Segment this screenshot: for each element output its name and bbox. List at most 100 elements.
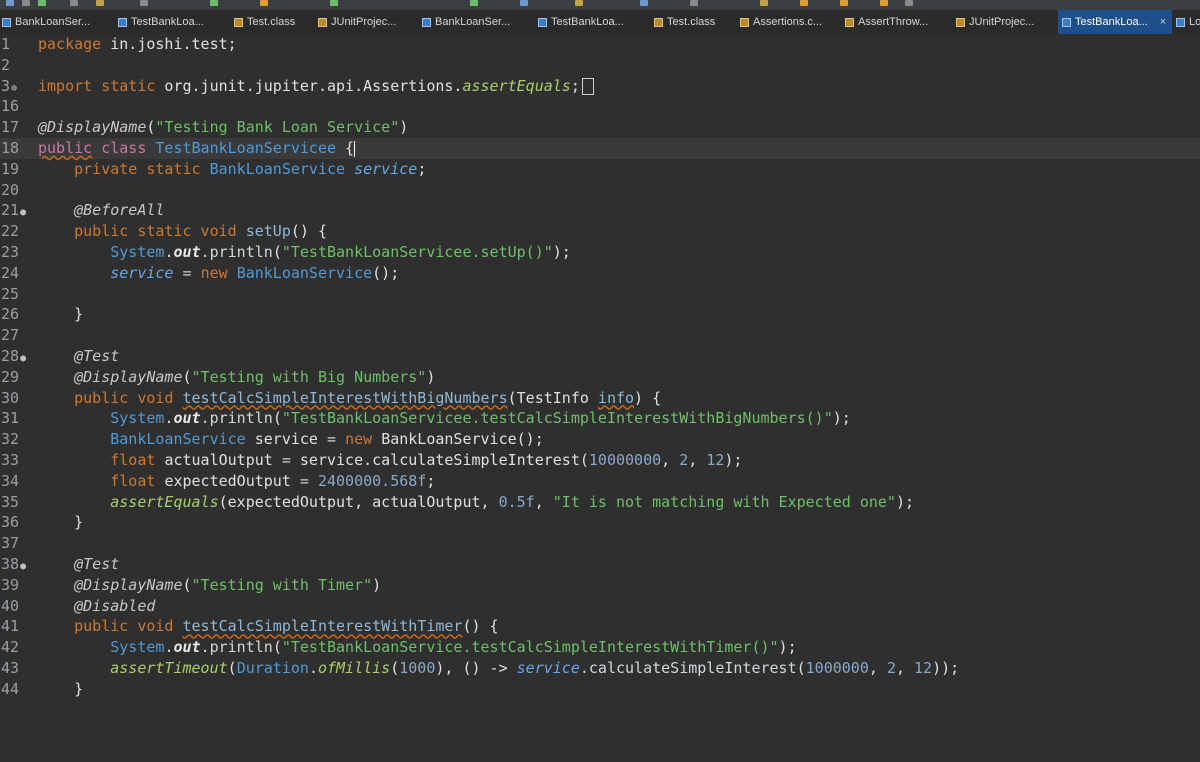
fold-expand-icon[interactable]: ⊕ [11,83,17,94]
code-line: 40 @Disabled [1,596,156,615]
editor-tab[interactable]: Lo [1176,10,1200,34]
line-number: 42 [1,638,20,657]
editor-tab-label: TestBankLoa... [131,16,204,28]
code-line: 33 float actualOutput = service.calculat… [1,451,743,469]
toolbar [0,0,1200,10]
toolbar-button-icon[interactable] [210,0,218,6]
class-file-icon [654,17,663,27]
code-line: 26 } [1,305,84,324]
editor-tab-label: Test.class [667,16,716,28]
toolbar-button-icon[interactable] [905,0,913,6]
editor-tab[interactable]: JUnitProjec... [318,10,418,34]
java-file-icon [118,17,127,27]
class-file-icon [956,17,965,27]
java-file-icon [538,17,547,27]
java-file-icon [1176,17,1185,27]
toolbar-button-icon[interactable] [470,0,478,6]
line-number: 31 [1,409,20,428]
toolbar-button-icon[interactable] [330,0,338,6]
editor-tab-label: Assertions.c... [753,16,823,28]
line-number: 44 [1,679,20,698]
class-file-icon [234,17,243,27]
fold-collapse-icon[interactable]: ● [20,207,26,218]
line-number: 40 [1,596,20,615]
toolbar-button-icon[interactable] [260,0,268,6]
code-line: 31 System.out.println("TestBankLoanServi… [1,409,851,428]
code-line: 24 service = new BankLoanService(); [1,263,400,282]
class-file-icon [845,17,854,27]
editor-tab-label: Lo [1189,16,1200,28]
fold-collapse-icon[interactable]: ● [20,353,26,364]
code-line: 25 [0,284,1200,305]
editor-tab[interactable]: JUnitProjec... [956,10,1056,34]
editor-tab[interactable]: BankLoanSer... [2,10,114,34]
line-number: 18 [1,139,20,157]
toolbar-button-icon[interactable] [70,0,78,6]
toolbar-button-icon[interactable] [880,0,888,6]
code-line: 20 [0,180,1200,201]
line-number: 39 [1,575,20,594]
line-number: 37 [1,534,20,553]
line-number: 25 [1,284,20,303]
class-file-icon [318,17,327,27]
line-number: 27 [1,326,20,345]
code-line: 23 System.out.println("TestBankLoanServi… [1,243,571,261]
toolbar-button-icon[interactable] [22,0,30,6]
editor-tab-label: TestBankLoa... [551,16,624,28]
code-line: 17 @DisplayName("Testing Bank Loan Servi… [1,118,409,137]
editor-tab[interactable]: TestBankLoa... [118,10,230,34]
code-line: 39 @DisplayName("Testing with Timer") [1,575,382,594]
code-line: 19 private static BankLoanService servic… [1,159,427,178]
toolbar-button-icon[interactable] [96,0,104,6]
line-number: 32 [1,430,20,449]
code-line: 36 } [1,513,84,532]
editor-tab[interactable]: Assertions.c... [740,10,840,34]
line-number: 43 [1,659,20,677]
toolbar-button-icon[interactable] [38,0,46,6]
code-line: 43 assertTimeout(Duration.ofMillis(1000)… [1,659,960,677]
toolbar-button-icon[interactable] [140,0,148,6]
editor-tab[interactable]: Test.class [654,10,734,34]
toolbar-button-icon[interactable] [520,0,528,6]
line-number: 20 [1,180,20,199]
editor-tab[interactable]: AssertThrow... [845,10,950,34]
java-file-icon [422,17,431,27]
line-number: 33 [1,451,20,469]
code-line: 27 [0,325,1200,346]
class-file-icon [740,17,749,27]
toolbar-button-icon[interactable] [690,0,698,6]
line-number: 24 [1,263,20,282]
editor-tab-label: JUnitProjec... [969,16,1035,28]
code-editor[interactable]: 1 package in.joshi.test; 2 3⊕ import sta… [0,34,1200,698]
code-line: 16 [0,96,1200,117]
editor-tab-active[interactable]: TestBankLoa... × [1058,10,1172,34]
line-number: 1 [1,35,11,53]
code-line: 32 BankLoanService service = new BankLoa… [1,430,544,449]
line-number: 17 [1,118,20,137]
code-line: 44 } [1,679,84,698]
editor-tab[interactable]: TestBankLoa... [538,10,650,34]
editor-tab[interactable]: Test.class [234,10,314,34]
code-line-current: 18 public class TestBankLoanServicee { [0,138,1200,159]
line-number: 16 [1,97,20,116]
line-number: 30 [1,388,20,407]
code-line: 37 [0,533,1200,554]
folded-imports-marker[interactable] [581,77,594,95]
toolbar-button-icon[interactable] [800,0,808,6]
fold-collapse-icon[interactable]: ● [20,561,26,572]
close-icon[interactable]: × [1160,16,1166,28]
editor-tab[interactable]: BankLoanSer... [422,10,534,34]
code-line: 28● @Test [0,346,1200,367]
editor-tab-bar: BankLoanSer... TestBankLoa... Test.class… [0,10,1200,35]
code-line: 21● @BeforeAll [0,200,1200,221]
toolbar-button-icon[interactable] [6,0,14,6]
toolbar-button-icon[interactable] [840,0,848,6]
code-line: 2 [0,55,1200,76]
line-number: 2 [1,55,11,74]
toolbar-button-icon[interactable] [575,0,583,6]
toolbar-button-icon[interactable] [760,0,768,6]
toolbar-button-icon[interactable] [640,0,648,6]
line-number: 34 [1,471,20,490]
line-number: 26 [1,305,20,324]
line-number: 29 [1,367,20,386]
